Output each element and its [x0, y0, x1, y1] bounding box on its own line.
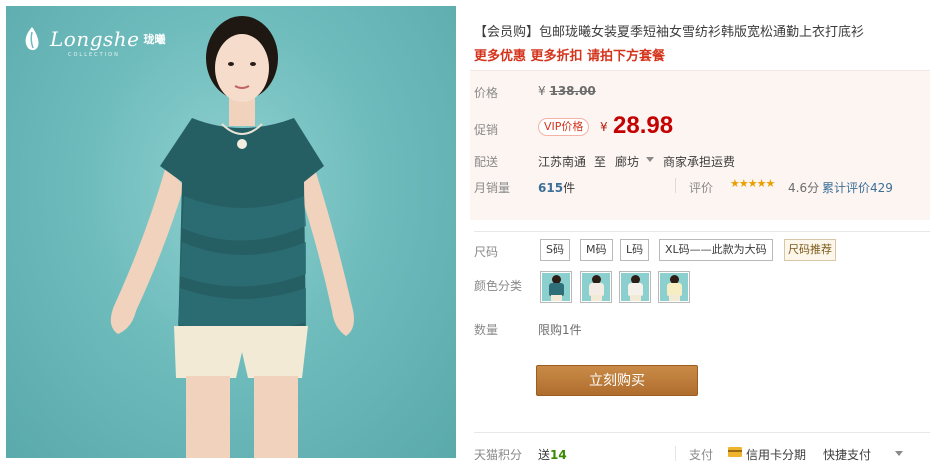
- promo-text: 更多优惠 更多折扣 请拍下方套餐: [474, 49, 666, 64]
- quantity-label: 数量: [474, 323, 499, 337]
- ship-from: 江苏南通: [538, 155, 587, 169]
- chevron-down-icon[interactable]: [895, 451, 903, 456]
- size-label: 尺码: [474, 245, 499, 259]
- original-price: ¥ 138.00: [538, 84, 596, 98]
- size-recommend-button[interactable]: 尺码推荐: [784, 239, 836, 261]
- chevron-down-icon[interactable]: [646, 157, 654, 162]
- ship-destination-select[interactable]: 廊坊: [615, 153, 639, 170]
- points-label: 天猫积分: [474, 448, 523, 462]
- points-amount: 14: [550, 448, 567, 462]
- size-option-xl[interactable]: XL码——此款为大码: [659, 239, 773, 261]
- sale-price: 28.98: [613, 112, 674, 139]
- monthly-sales-count: 615: [538, 181, 564, 195]
- color-swatch-2[interactable]: [580, 271, 612, 303]
- shipping-fee: 商家承担运费: [663, 155, 736, 169]
- purchase-limit: 限购1件: [538, 323, 582, 337]
- price-label: 价格: [474, 86, 499, 100]
- payment-label: 支付: [689, 448, 714, 462]
- divider: [474, 231, 930, 232]
- product-main-image[interactable]: Longshe 珑曦 COLLECTION: [6, 6, 456, 458]
- color-label: 颜色分类: [474, 279, 523, 293]
- monthly-sales: 615件: [538, 179, 575, 196]
- brand-logo: Longshe 珑曦 COLLECTION: [22, 26, 166, 58]
- points-prefix: 送: [538, 448, 551, 462]
- color-swatch-3[interactable]: [619, 271, 651, 303]
- monthly-sales-label: 月销量: [474, 181, 511, 195]
- color-swatch-4[interactable]: [658, 271, 690, 303]
- original-price-value: 138.00: [549, 84, 596, 98]
- divider: [675, 446, 676, 461]
- credit-card-icon: [728, 447, 742, 457]
- shipping-label: 配送: [474, 155, 499, 169]
- size-option-m[interactable]: M码: [580, 239, 613, 261]
- brand-subtitle: COLLECTION: [68, 52, 120, 58]
- original-price-currency: ¥: [538, 84, 546, 98]
- product-title: 【会员购】包邮珑曦女装夏季短袖女雪纺衫韩版宽松通勤上衣打底衫: [474, 25, 865, 40]
- ship-to-word: 至: [594, 155, 607, 169]
- color-swatch-1[interactable]: [540, 271, 572, 303]
- model-illustration: [110, 16, 354, 458]
- buy-now-button[interactable]: 立刻购买: [536, 365, 698, 396]
- brand-name: Longshe: [50, 27, 140, 51]
- quick-pay-option[interactable]: 快捷支付: [823, 446, 871, 463]
- sale-label: 促销: [474, 123, 499, 137]
- rating-score: 4.6分: [788, 181, 820, 195]
- review-count-link[interactable]: 累计评价429: [822, 179, 893, 196]
- product-info-panel: 【会员购】包邮珑曦女装夏季短袖女雪纺衫韩版宽松通勤上衣打底衫 更多优惠 更多折扣…: [470, 0, 930, 465]
- monthly-sales-unit: 件: [563, 181, 576, 195]
- divider: [675, 178, 676, 193]
- leaf-logo-icon: [25, 27, 39, 51]
- brand-name-cn: 珑曦: [143, 33, 166, 46]
- rating-label: 评价: [689, 181, 714, 195]
- divider: [474, 432, 930, 433]
- points-value: 送14: [538, 446, 567, 463]
- sale-currency: ¥: [600, 120, 608, 134]
- rating-stars-icon: ★★★★★: [730, 177, 775, 190]
- vip-price-badge: VIP价格: [538, 118, 590, 136]
- credit-installment-option[interactable]: 信用卡分期: [746, 446, 806, 463]
- size-option-s[interactable]: S码: [540, 239, 570, 261]
- size-option-l[interactable]: L码: [620, 239, 650, 261]
